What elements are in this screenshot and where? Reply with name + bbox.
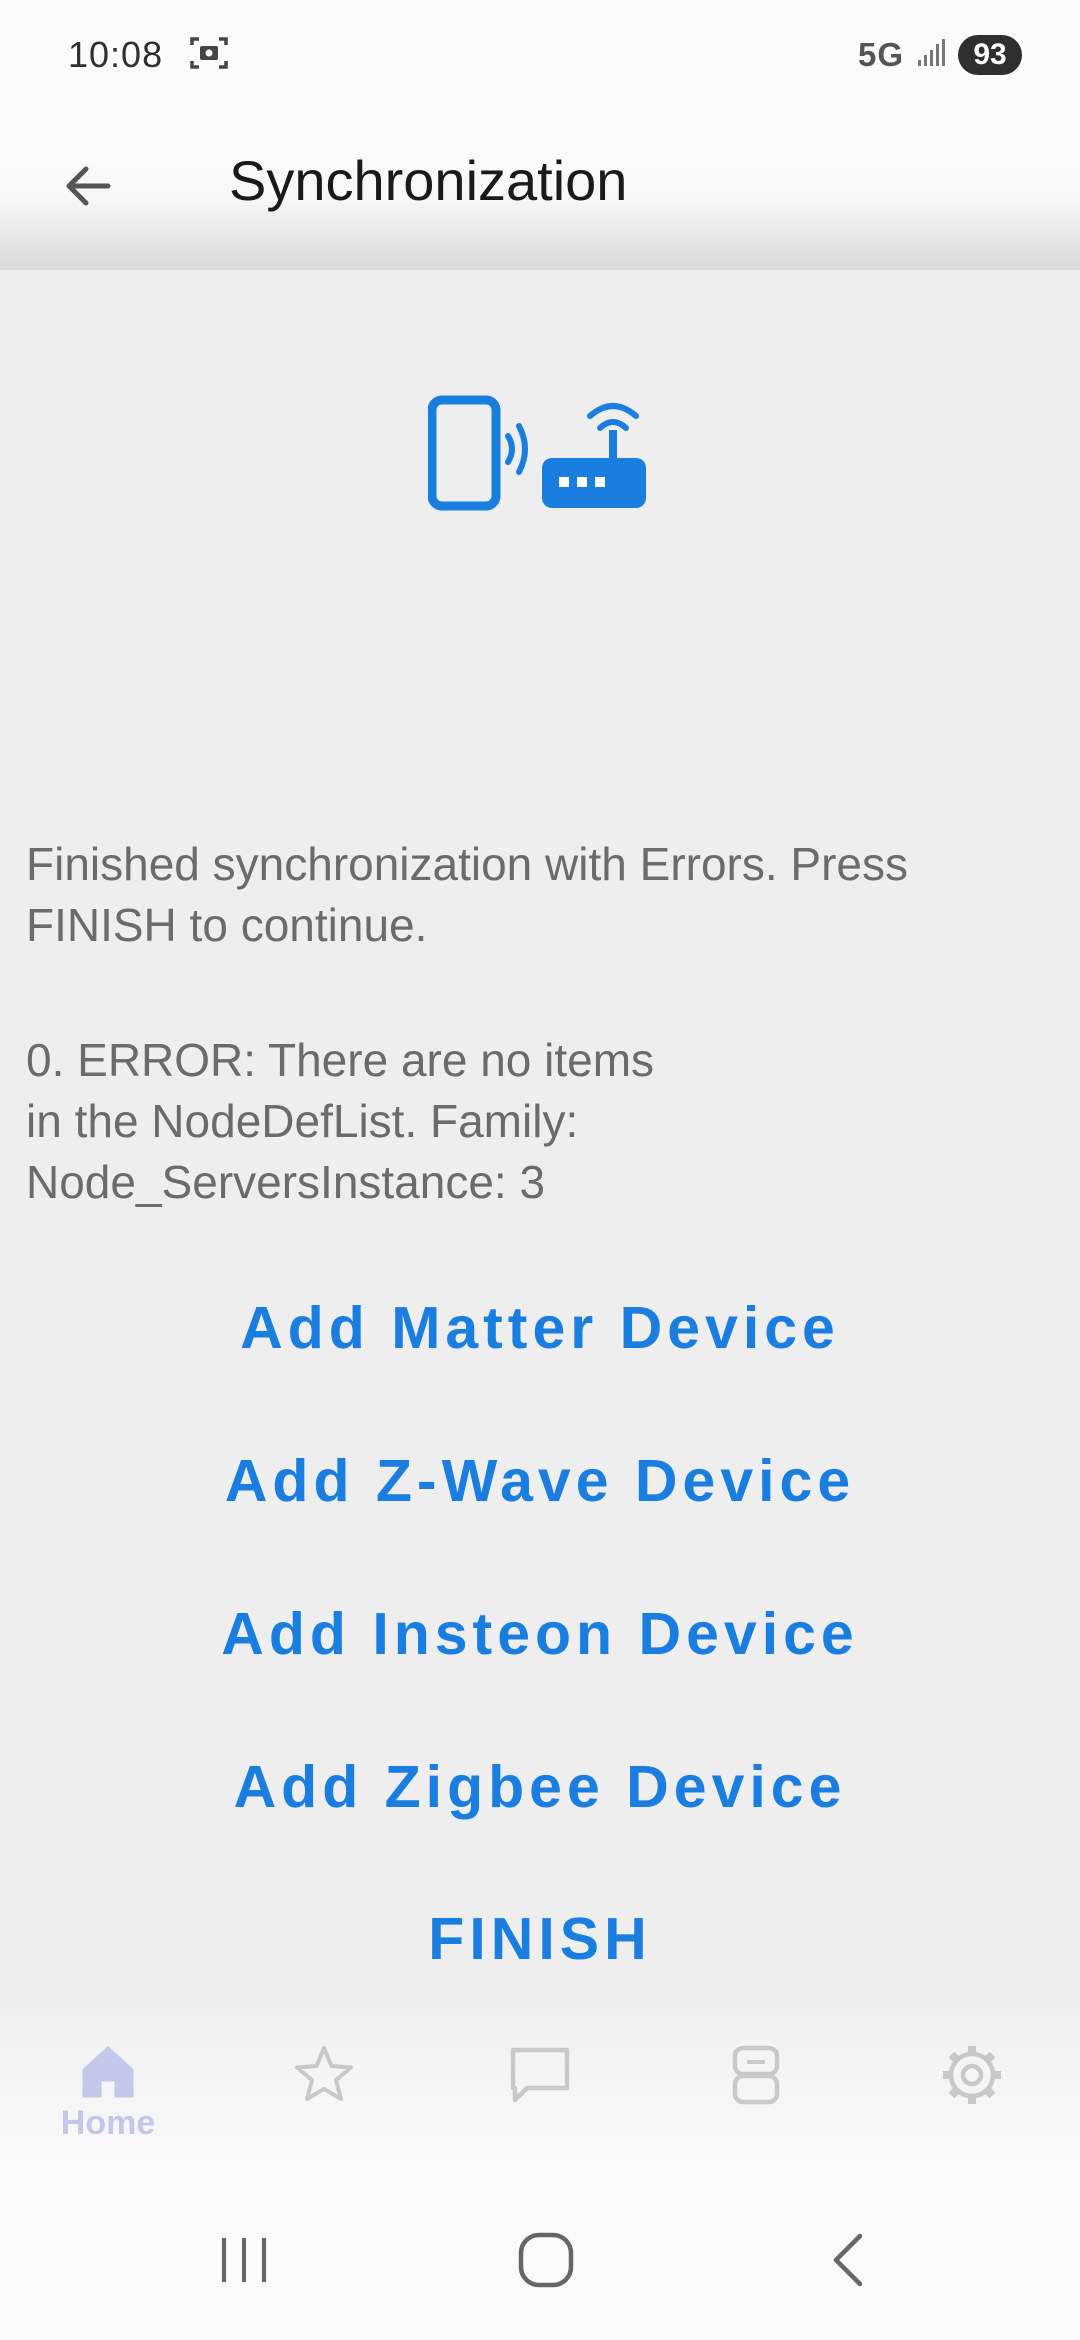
page-title: Synchronization [229,149,628,212]
home-icon [82,2046,134,2098]
nav-item-devices[interactable] [648,2006,864,2176]
phone-to-router-icon [427,394,650,514]
recent-apps-button[interactable] [194,2210,294,2310]
battery-icon: 93 [958,35,1022,75]
recent-apps-icon [222,2238,266,2282]
finish-button[interactable]: FINISH [0,1879,1080,1999]
status-left: 10:08 [68,34,229,76]
home-button[interactable] [496,2210,596,2310]
screenshot-icon [189,35,229,76]
status-time: 10:08 [68,34,164,75]
device-icon [732,2045,780,2105]
bottom-nav: Home [0,2006,1080,2176]
star-icon [295,2046,353,2101]
home-button-icon [518,2232,574,2288]
add-zigbee-device-button[interactable]: Add Zigbee Device [0,1727,1080,1847]
nav-label-home: Home [60,2104,156,2142]
network-type: 5G [857,36,904,73]
nav-item-favorites[interactable] [216,2006,432,2176]
system-nav-bar [0,2176,1080,2340]
main-content: Finished synchronization with Errors. Pr… [0,270,1080,2006]
arrow-left-icon [66,166,111,206]
add-insteon-device-button[interactable]: Add Insteon Device [0,1574,1080,1694]
add-matter-device-button[interactable]: Add Matter Device [0,1268,1080,1388]
sync-error-message: 0. ERROR: There are no items in the Node… [26,1034,655,1208]
add-zwave-device-button[interactable]: Add Z-Wave Device [0,1421,1080,1541]
app-bar: Synchronization [0,110,1080,270]
back-button-icon [833,2233,863,2287]
status-bar: 10:08 5G 93 [0,0,1080,110]
signal-icon [916,38,946,73]
back-button[interactable] [40,138,136,234]
gear-icon [943,2046,1001,2104]
status-right: 5G 93 [858,35,1022,75]
system-back-button[interactable] [800,2210,900,2310]
nav-item-home[interactable]: Home [0,2006,216,2176]
sync-status-message: Finished synchronization with Errors. Pr… [26,838,908,951]
nav-item-settings[interactable] [864,2006,1080,2176]
chat-icon [510,2047,570,2103]
nav-item-messages[interactable] [432,2006,648,2176]
